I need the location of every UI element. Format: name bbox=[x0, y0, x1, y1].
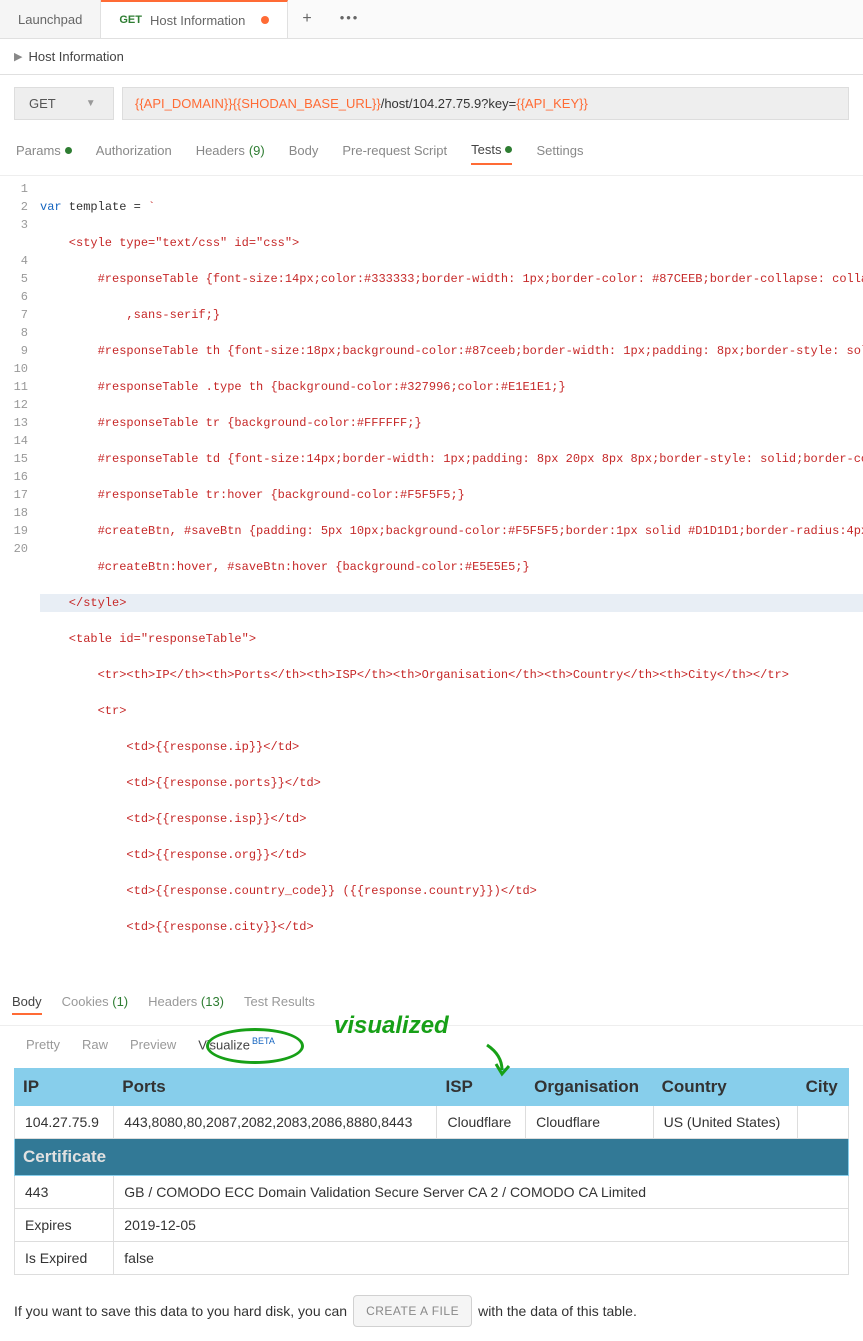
cell-org: Cloudflare bbox=[526, 1106, 653, 1139]
count-badge: (1) bbox=[112, 994, 128, 1009]
tab-authorization[interactable]: Authorization bbox=[96, 142, 172, 165]
url-path: /host/104.27.75.9?key= bbox=[381, 96, 517, 111]
url-input[interactable]: {{API_DOMAIN}}{{SHODAN_BASE_URL}}/host/1… bbox=[122, 87, 849, 120]
response-table: IP Ports ISP Organisation Country City 1… bbox=[14, 1068, 849, 1275]
tab-label: Headers bbox=[196, 143, 245, 158]
th-city: City bbox=[797, 1069, 848, 1106]
save-prompt: If you want to save this data to you har… bbox=[0, 1281, 863, 1341]
subtab-pretty[interactable]: Pretty bbox=[26, 1037, 60, 1052]
dot-icon bbox=[505, 146, 512, 153]
create-file-button[interactable]: CREATE A FILE bbox=[353, 1295, 472, 1327]
th-ports: Ports bbox=[114, 1069, 437, 1106]
tab-label: Tests bbox=[471, 142, 501, 157]
resp-tab-headers[interactable]: Headers (13) bbox=[148, 994, 224, 1015]
tab-launchpad[interactable]: Launchpad bbox=[0, 0, 101, 38]
count-badge: (13) bbox=[201, 994, 224, 1009]
subtab-preview[interactable]: Preview bbox=[130, 1037, 176, 1052]
tab-headers[interactable]: Headers (9) bbox=[196, 142, 265, 165]
tab-body[interactable]: Body bbox=[289, 142, 319, 165]
dirty-indicator-icon bbox=[261, 16, 269, 24]
tab-bar: Launchpad GET Host Information + ••• bbox=[0, 0, 863, 39]
table-header-row: IP Ports ISP Organisation Country City bbox=[15, 1069, 849, 1106]
cell-value: false bbox=[114, 1242, 849, 1275]
cell-key: Is Expired bbox=[15, 1242, 114, 1275]
tab-method: GET bbox=[119, 14, 142, 26]
tab-label: Raw bbox=[82, 1037, 108, 1052]
method-select[interactable]: GET ▼ bbox=[14, 87, 114, 120]
th-country: Country bbox=[653, 1069, 797, 1106]
tab-label: Authorization bbox=[96, 143, 172, 158]
response-tabs: Body Cookies (1) Headers (13) Test Resul… bbox=[0, 984, 863, 1026]
tab-label: Settings bbox=[536, 143, 583, 158]
add-tab-button[interactable]: + bbox=[288, 0, 325, 38]
tab-label: Pretty bbox=[26, 1037, 60, 1052]
code-lines: var template = ` <style type="text/css" … bbox=[40, 180, 863, 972]
method-label: GET bbox=[29, 96, 56, 111]
tab-settings[interactable]: Settings bbox=[536, 142, 583, 165]
subtab-raw[interactable]: Raw bbox=[82, 1037, 108, 1052]
breadcrumb: ▶ Host Information bbox=[0, 39, 863, 75]
code-editor[interactable]: 1234567891011121314151617181920 var temp… bbox=[0, 176, 863, 976]
tab-label: Pre-request Script bbox=[342, 143, 447, 158]
save-text-before: If you want to save this data to you har… bbox=[14, 1303, 347, 1319]
cell-city bbox=[797, 1106, 848, 1139]
cell-value: 2019-12-05 bbox=[114, 1209, 849, 1242]
tab-label: Headers bbox=[148, 994, 197, 1009]
resp-tab-cookies[interactable]: Cookies (1) bbox=[62, 994, 128, 1015]
table-row: 443 GB / COMODO ECC Domain Validation Se… bbox=[15, 1176, 849, 1209]
tab-params[interactable]: Params bbox=[16, 142, 72, 165]
tab-label: Host Information bbox=[150, 13, 245, 28]
tab-host-information[interactable]: GET Host Information bbox=[101, 0, 288, 38]
cell-key: Expires bbox=[15, 1209, 114, 1242]
cell-isp: Cloudflare bbox=[437, 1106, 526, 1139]
count-badge: (9) bbox=[249, 143, 265, 158]
request-tabs: Params Authorization Headers (9) Body Pr… bbox=[0, 132, 863, 176]
th-certificate: Certificate bbox=[15, 1139, 849, 1176]
tab-label: Body bbox=[12, 994, 42, 1009]
chevron-right-icon: ▶ bbox=[14, 50, 22, 63]
resp-tab-tests[interactable]: Test Results bbox=[244, 994, 315, 1015]
table-row: Expires 2019-12-05 bbox=[15, 1209, 849, 1242]
tab-label: Params bbox=[16, 143, 61, 158]
response-subtabs: Pretty Raw Preview VisualizeBETA visuali… bbox=[0, 1026, 863, 1062]
tab-label: Cookies bbox=[62, 994, 109, 1009]
cell-country: US (United States) bbox=[653, 1106, 797, 1139]
cell-ports: 443,8080,80,2087,2082,2083,2086,8880,844… bbox=[114, 1106, 437, 1139]
beta-badge: BETA bbox=[252, 1036, 275, 1046]
tab-label: Preview bbox=[130, 1037, 176, 1052]
tab-label: Launchpad bbox=[18, 12, 82, 27]
url-var: {{API_DOMAIN}} bbox=[135, 96, 233, 111]
table-section-header: Certificate bbox=[15, 1139, 849, 1176]
tab-more-button[interactable]: ••• bbox=[326, 0, 374, 38]
cell-value: GB / COMODO ECC Domain Validation Secure… bbox=[114, 1176, 849, 1209]
cell-key: 443 bbox=[15, 1176, 114, 1209]
save-text-after: with the data of this table. bbox=[478, 1303, 637, 1319]
dot-icon bbox=[65, 147, 72, 154]
request-bar: GET ▼ {{API_DOMAIN}}{{SHODAN_BASE_URL}}/… bbox=[0, 75, 863, 132]
subtab-visualize[interactable]: VisualizeBETA bbox=[198, 1036, 275, 1052]
page-title: Host Information bbox=[28, 49, 123, 64]
tab-label: Visualize bbox=[198, 1037, 250, 1052]
url-var: {{SHODAN_BASE_URL}} bbox=[233, 96, 381, 111]
table-row: 104.27.75.9 443,8080,80,2087,2082,2083,2… bbox=[15, 1106, 849, 1139]
tab-tests[interactable]: Tests bbox=[471, 142, 512, 165]
th-ip: IP bbox=[15, 1069, 114, 1106]
tab-label: Body bbox=[289, 143, 319, 158]
tab-prerequest[interactable]: Pre-request Script bbox=[342, 142, 447, 165]
tab-label: Test Results bbox=[244, 994, 315, 1009]
th-isp: ISP bbox=[437, 1069, 526, 1106]
line-gutter: 1234567891011121314151617181920 bbox=[0, 180, 40, 972]
th-org: Organisation bbox=[526, 1069, 653, 1106]
chevron-down-icon: ▼ bbox=[86, 98, 96, 109]
table-row: Is Expired false bbox=[15, 1242, 849, 1275]
url-var: {{API_KEY}} bbox=[516, 96, 588, 111]
resp-tab-body[interactable]: Body bbox=[12, 994, 42, 1015]
cell-ip: 104.27.75.9 bbox=[15, 1106, 114, 1139]
